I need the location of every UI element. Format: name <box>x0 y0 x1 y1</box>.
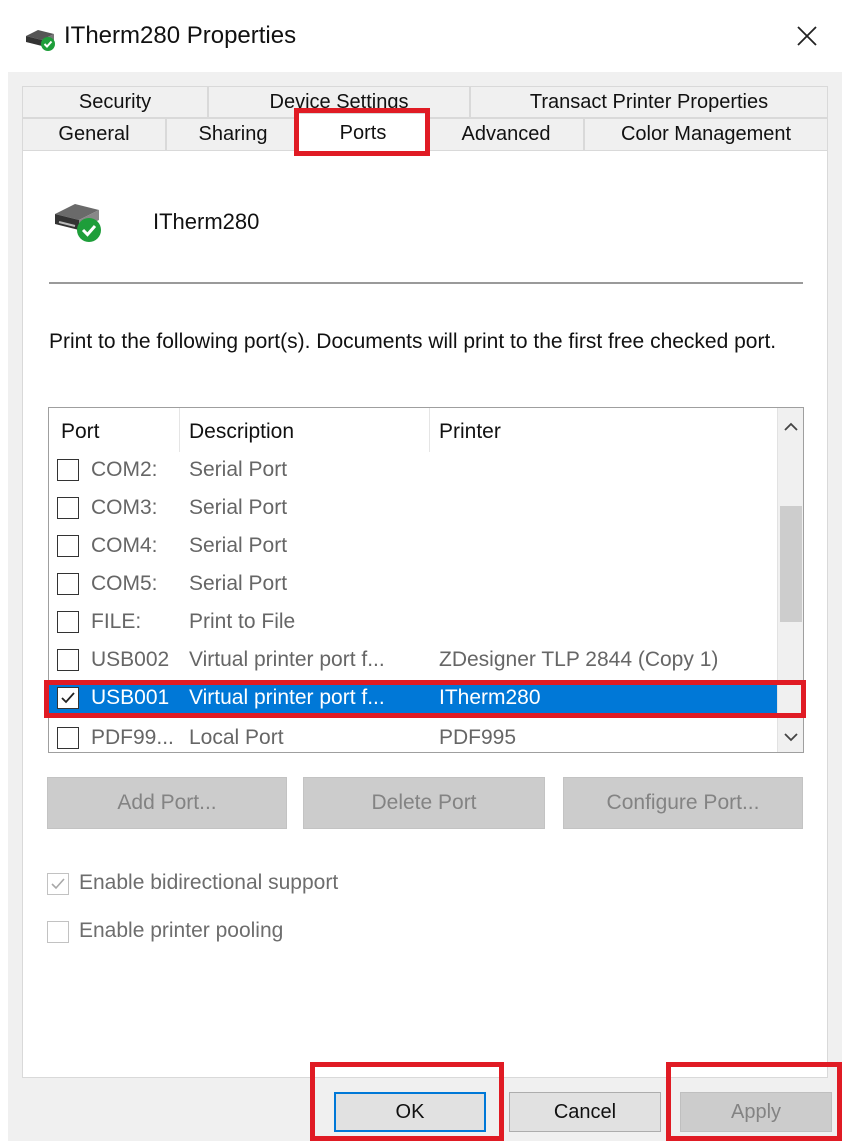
column-header-port[interactable]: Port <box>61 408 100 452</box>
table-row[interactable]: COM3: Serial Port <box>49 490 777 528</box>
port-checkbox[interactable] <box>57 535 79 557</box>
table-row[interactable]: COM4: Serial Port <box>49 528 777 566</box>
port-printer: ZDesigner TLP 2844 (Copy 1) <box>439 648 719 671</box>
table-row[interactable]: PDF99... Local Port PDF995 <box>49 720 777 752</box>
port-printer: ITherm280 <box>439 686 541 709</box>
port-checkbox[interactable] <box>57 649 79 671</box>
divider <box>49 282 803 284</box>
port-description: Local Port <box>189 726 284 749</box>
close-button[interactable] <box>772 0 842 72</box>
port-checkbox[interactable] <box>57 459 79 481</box>
ports-description: Print to the following port(s). Document… <box>49 330 777 353</box>
tab-security[interactable]: Security <box>22 86 208 118</box>
scroll-up-button[interactable] <box>778 414 803 440</box>
pooling-checkbox[interactable] <box>47 921 69 943</box>
port-name: USB001 <box>91 686 170 709</box>
table-row[interactable]: COM5: Serial Port <box>49 566 777 604</box>
scrollbar-thumb[interactable] <box>780 506 802 622</box>
port-checkbox[interactable] <box>57 727 79 749</box>
table-row[interactable]: COM2: Serial Port <box>49 452 777 490</box>
port-name: FILE: <box>91 610 142 633</box>
close-icon <box>797 26 817 46</box>
bidirectional-label: Enable bidirectional support <box>79 871 339 894</box>
port-checkbox[interactable] <box>57 497 79 519</box>
port-description: Virtual printer port f... <box>189 648 385 671</box>
apply-button[interactable]: Apply <box>680 1092 832 1132</box>
add-port-button[interactable]: Add Port... <box>47 777 287 829</box>
port-description: Serial Port <box>189 458 288 481</box>
port-name: PDF99... <box>91 726 174 749</box>
scroll-down-button[interactable] <box>778 724 803 750</box>
cancel-button[interactable]: Cancel <box>509 1092 661 1132</box>
tab-color-management[interactable]: Color Management <box>584 118 828 151</box>
column-separator[interactable] <box>179 408 180 452</box>
table-row[interactable]: FILE: Print to File <box>49 604 777 642</box>
window-title: ITherm280 Properties <box>64 22 297 49</box>
configure-port-button[interactable]: Configure Port... <box>563 777 803 829</box>
tab-sharing[interactable]: Sharing <box>166 118 300 151</box>
delete-port-button[interactable]: Delete Port <box>303 777 545 829</box>
printer-name: ITherm280 <box>153 209 260 234</box>
port-description: Serial Port <box>189 572 288 595</box>
pooling-label: Enable printer pooling <box>79 919 284 942</box>
ok-button[interactable]: OK <box>334 1092 486 1132</box>
chevron-down-icon <box>784 733 798 742</box>
table-row[interactable]: USB002 Virtual printer port f... ZDesign… <box>49 642 777 680</box>
port-name: COM4: <box>91 534 158 557</box>
tab-ports[interactable]: Ports <box>298 113 428 153</box>
ports-tab-page: ITherm280 Print to the following port(s)… <box>22 150 828 1078</box>
port-name: COM2: <box>91 458 158 481</box>
table-row-selected[interactable]: USB001 Virtual printer port f... ITherm2… <box>49 680 777 718</box>
port-name: COM5: <box>91 572 158 595</box>
vertical-scrollbar[interactable] <box>777 408 803 752</box>
port-name: COM3: <box>91 496 158 519</box>
port-checkbox[interactable] <box>57 573 79 595</box>
checkmark-icon <box>51 878 65 890</box>
printer-icon <box>24 26 58 52</box>
port-description: Serial Port <box>189 534 288 557</box>
bidirectional-checkbox[interactable] <box>47 873 69 895</box>
checkmark-icon <box>61 692 75 704</box>
ports-list[interactable]: Port Description Printer COM2: Serial Po… <box>48 407 804 753</box>
port-checkbox-checked[interactable] <box>57 687 79 709</box>
port-description: Virtual printer port f... <box>189 686 385 709</box>
column-header-printer[interactable]: Printer <box>439 408 501 452</box>
title-bar: ITherm280 Properties <box>0 0 842 72</box>
port-printer: PDF995 <box>439 726 517 749</box>
printer-ready-icon <box>53 196 105 248</box>
port-description: Print to File <box>189 610 296 633</box>
column-header-description[interactable]: Description <box>189 408 294 452</box>
tab-general[interactable]: General <box>22 118 166 151</box>
ports-list-header: Port Description Printer <box>49 408 777 452</box>
port-description: Serial Port <box>189 496 288 519</box>
port-checkbox[interactable] <box>57 611 79 633</box>
tab-transact-printer-properties[interactable]: Transact Printer Properties <box>470 86 828 118</box>
chevron-up-icon <box>784 422 798 431</box>
tab-advanced[interactable]: Advanced <box>428 118 584 151</box>
column-separator[interactable] <box>429 408 430 452</box>
port-name: USB002 <box>91 648 170 671</box>
